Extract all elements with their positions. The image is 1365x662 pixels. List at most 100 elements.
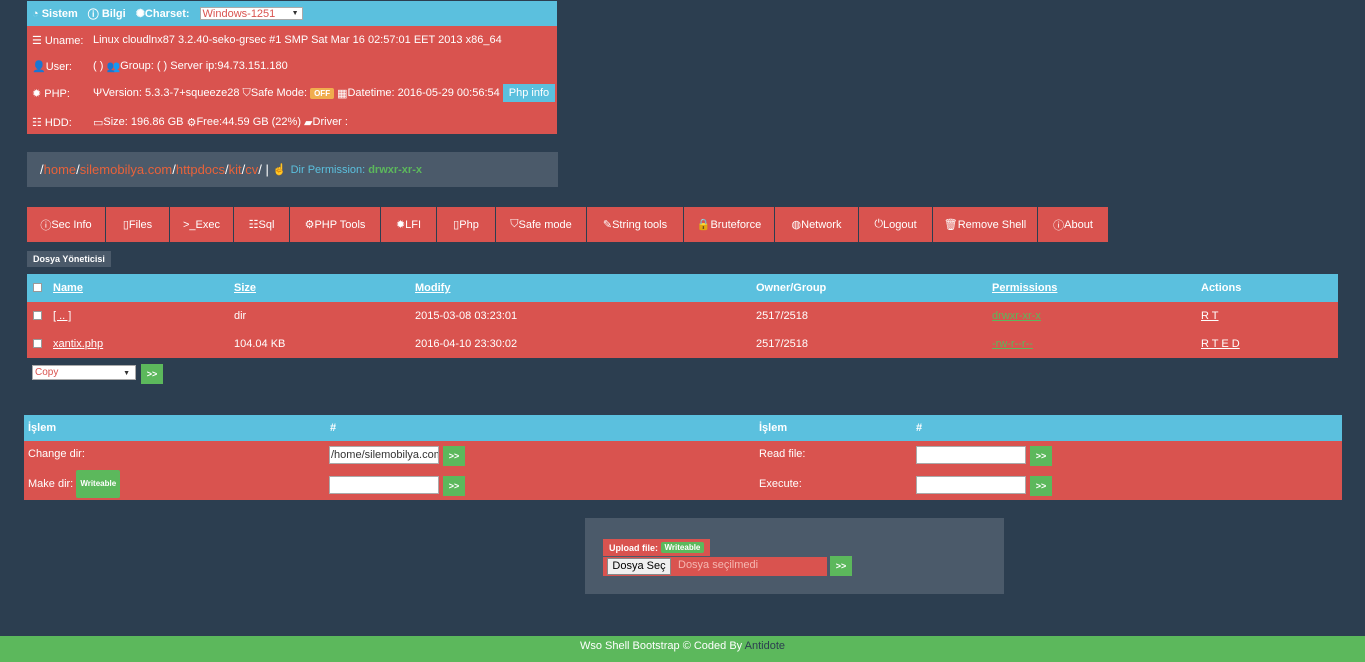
make-dir-go-button[interactable]: >> [443, 476, 465, 496]
safe-mode-label: Safe Mode: [250, 87, 308, 99]
bilgi-tab[interactable]: ⓘ Bilgi [88, 6, 126, 22]
sort-name[interactable]: Name [53, 274, 83, 302]
row-checkbox[interactable] [33, 339, 42, 348]
menu-bruteforce[interactable]: 🔒 Bruteforce [684, 207, 775, 242]
menu-php[interactable]: ▯ Php [437, 207, 496, 242]
footer-author: Antidote [744, 640, 785, 652]
dir-permission-label: Dir Permission: [290, 163, 366, 176]
path-bar: / home / silemobilya.com / httpdocs / kit / cv / |… [27, 152, 558, 187]
path-segment-kit[interactable]: kit [229, 162, 242, 177]
file-permissions-link[interactable]: -rw-r--r-- [992, 330, 1033, 358]
menu-logout[interactable]: ⏻ Logout [859, 207, 933, 242]
execute-label: Execute: [759, 478, 802, 490]
islem-header: İşlem [28, 422, 57, 434]
change-dir-input[interactable]: /home/silemobilya.com [329, 446, 439, 464]
read-file-input[interactable] [916, 446, 1026, 464]
sistem-tab[interactable]: ◔ Sistem [32, 8, 78, 20]
menu-php-tools[interactable]: ⚙ PHP Tools [290, 207, 381, 242]
menu-sec-info[interactable]: ⓘ Sec Info [27, 207, 106, 242]
file-name-link[interactable]: [ .. ] [53, 302, 71, 330]
islem-header-2: İşlem [759, 422, 788, 434]
user-label: 👤User: [32, 60, 72, 73]
make-dir-input[interactable] [329, 476, 439, 494]
menu-files[interactable]: ▯ Files [106, 207, 170, 242]
execute-input[interactable] [916, 476, 1026, 494]
path-segment-cv[interactable]: cv [245, 162, 258, 177]
hand-icon: ☝ [272, 164, 287, 176]
cogs-icon: ⚙ [183, 116, 197, 129]
info-icon: ⓘ [1053, 219, 1065, 232]
hash-header: # [330, 422, 337, 434]
path-segment-home[interactable]: home [44, 162, 77, 177]
users-icon: 👥 [106, 60, 121, 73]
hdd-driver: Driver : [312, 116, 348, 128]
sort-modify[interactable]: Modify [415, 274, 450, 302]
database-icon: ☷ [248, 219, 259, 231]
footer-text: Wso Shell Bootstrap © Coded By [579, 640, 743, 652]
globe-icon: ◍ [791, 219, 802, 231]
sort-permissions[interactable]: Permissions [992, 274, 1057, 302]
execute-go-button[interactable]: >> [1030, 476, 1052, 496]
file-table: Name Size Modify Owner/Group Permissions… [27, 274, 1338, 358]
file-permissions-link[interactable]: drwxr-xr-x [992, 302, 1041, 330]
database-icon: ☷ [32, 116, 45, 129]
server-icon: ☰ [32, 34, 45, 47]
table-row: [ .. ] dir 2015-03-08 03:23:01 2517/2518… [27, 302, 1338, 330]
user-row: 👤User: ( ) 👥 Group: ( ) Server ip:94.73.1… [27, 56, 557, 76]
path-segment-httpdocs[interactable]: httpdocs [176, 162, 225, 177]
bug-icon: ✹ [32, 87, 45, 100]
sort-size[interactable]: Size [234, 274, 256, 302]
menu-sql[interactable]: ☷ Sql [234, 207, 290, 242]
footer: Wso Shell Bootstrap © Coded By Antidote [0, 636, 1365, 662]
hash-header-2: # [916, 422, 923, 434]
read-file-label: Read file: [759, 448, 806, 460]
group-value: Group: ( ) Server ip:94.73.151.180 [120, 60, 288, 72]
shield-icon: ⛉ [510, 218, 519, 230]
uname-label: ☰ Uname: [32, 34, 84, 47]
file-name-link[interactable]: xantix.php [53, 330, 103, 358]
lock-icon: 🔒 [696, 219, 711, 231]
bulk-action-go-button[interactable]: >> [141, 364, 163, 384]
menu-exec[interactable]: >_Exec [170, 207, 234, 242]
hdd-row: ☷ HDD: ▭ Size: 196.86 GB ⚙ Free:44.59 GB … [27, 112, 557, 132]
path-segment-domain[interactable]: silemobilya.com [80, 162, 172, 177]
file-size: dir [234, 310, 247, 322]
dashboard-icon: ◔ [32, 7, 42, 20]
hdd-label: ☷ HDD: [32, 116, 72, 129]
upload-label: Upload file: Writeable [603, 539, 711, 556]
menu-about[interactable]: ⓘ About [1038, 207, 1109, 242]
user-icon: 👤 [32, 60, 46, 73]
menu-string-tools[interactable]: ✎ String tools [587, 207, 684, 242]
upload-go-button[interactable]: >> [830, 556, 852, 576]
no-file-text: Dosya seçilmedi [678, 559, 759, 571]
choose-file-button[interactable]: Dosya Seç [607, 558, 671, 575]
file-modify: 2015-03-08 03:23:01 [415, 310, 518, 322]
row-checkbox[interactable] [33, 311, 42, 320]
hdd-free: Free:44.59 GB (22%) [196, 116, 301, 128]
battery-icon: ▭ [93, 116, 104, 129]
read-file-go-button[interactable]: >> [1030, 446, 1052, 466]
edit-icon: ✎ [602, 219, 613, 231]
menu-safe-mode[interactable]: ⛉ Safe mode [496, 207, 587, 242]
phpinfo-button[interactable]: Php info [502, 84, 556, 102]
make-dir-label: Make dir: [28, 478, 74, 490]
change-dir-go-button[interactable]: >> [443, 446, 465, 466]
menu-remove-shell[interactable]: 🗑 Remove Shell [933, 207, 1038, 242]
trash-icon: 🗑 [943, 219, 958, 231]
bulk-action-select[interactable]: Copy [32, 365, 136, 380]
menu-network[interactable]: ◍ Network [775, 207, 859, 242]
action-row-2: Make dir: Writeable >> Execute: >> [24, 470, 1342, 500]
uname-row: ☰ Uname: Linux cloudlnx87 3.2.40-seko-gr… [27, 30, 557, 50]
file-actions[interactable]: R T E D [1201, 330, 1240, 358]
select-all-checkbox[interactable] [33, 283, 42, 292]
hdd-size: Size: 196.86 GB [103, 116, 184, 128]
info-header: ◔ Sistem ⓘ Bilgi ✺ Charset: Windows-1251 [27, 1, 557, 26]
system-info-panel: ◔ Sistem ⓘ Bilgi ✺ Charset: Windows-1251 … [27, 1, 557, 134]
bug-icon: ✹ [395, 219, 406, 231]
charset-select[interactable]: Windows-1251 [199, 7, 303, 20]
upload-file-field[interactable]: Dosya Seç Dosya seçilmedi [603, 557, 827, 576]
menu-lfi[interactable]: ✹ LFI [381, 207, 437, 242]
user-value: ( ) [93, 60, 104, 72]
writeable-badge: Writeable [76, 470, 121, 498]
file-actions[interactable]: R T [1201, 302, 1219, 330]
